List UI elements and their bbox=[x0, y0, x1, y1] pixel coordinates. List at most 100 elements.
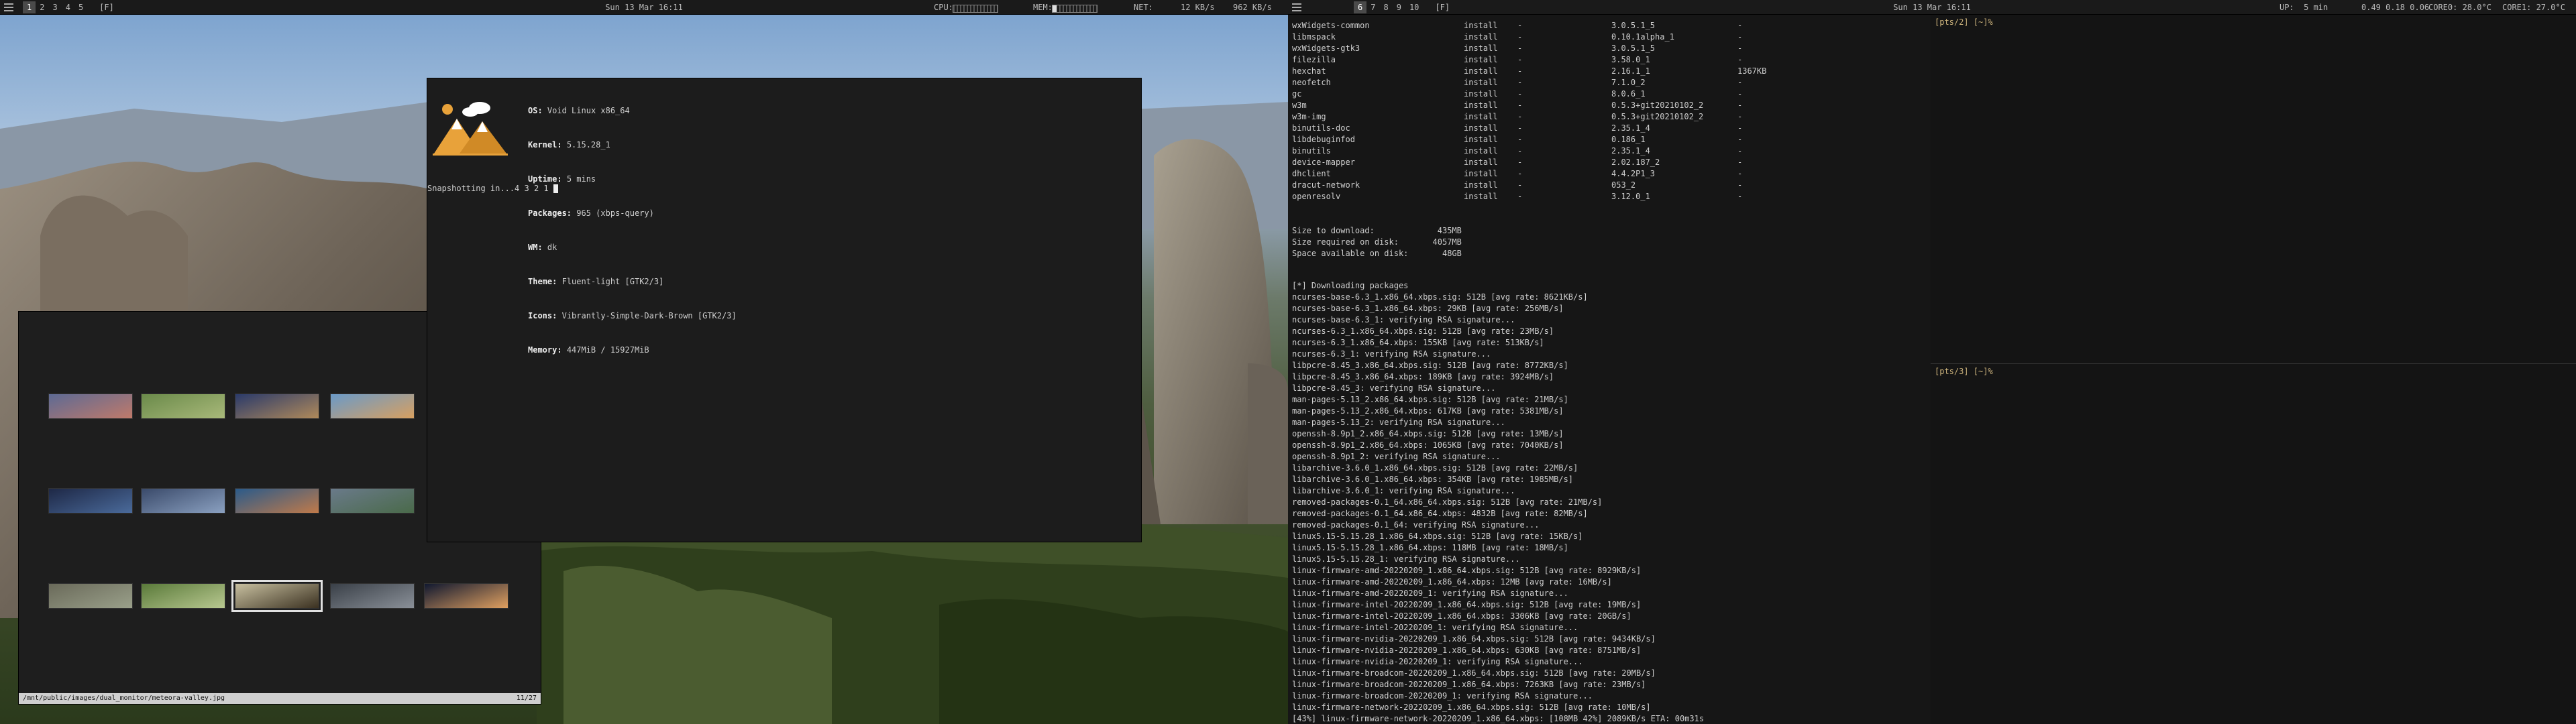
workspace-1[interactable]: 1 bbox=[23, 1, 36, 13]
icons-label: Icons: bbox=[528, 311, 557, 320]
thumbnail[interactable] bbox=[424, 583, 508, 609]
workspace-4[interactable]: 4 bbox=[62, 1, 74, 13]
core1-temp: CORE1: 27.0°C bbox=[2502, 2, 2565, 12]
workspace-2[interactable]: 2 bbox=[36, 1, 48, 13]
workspace-6[interactable]: 6 bbox=[1354, 1, 1367, 13]
log-line: libarchive-3.6.0_1.x86_64.xbps: 354KB [a… bbox=[1292, 475, 1574, 484]
thumbnail[interactable] bbox=[141, 488, 225, 514]
log-line: ncurses-6.3_1.x86_64.xbps.sig: 512B [avg… bbox=[1292, 326, 1554, 336]
thumbnail[interactable] bbox=[231, 580, 323, 612]
table-cell: - bbox=[1517, 192, 1523, 201]
mem-meter bbox=[1048, 3, 1097, 13]
workspace-10[interactable]: 10 bbox=[1405, 1, 1423, 13]
thumbnail[interactable] bbox=[330, 583, 415, 609]
thumbnail[interactable] bbox=[48, 583, 133, 609]
table-cell: - bbox=[1737, 192, 1743, 201]
table-cell: 0.10.1alpha_1 bbox=[1611, 32, 1674, 42]
table-cell: install bbox=[1464, 180, 1498, 190]
workspace-3[interactable]: 3 bbox=[48, 1, 61, 13]
table-cell: wxWidgets-gtk3 bbox=[1292, 44, 1360, 53]
table-cell: - bbox=[1737, 169, 1743, 178]
thumbnail[interactable] bbox=[141, 583, 225, 609]
table-cell: device-mapper bbox=[1292, 158, 1355, 167]
log-line: removed-packages-0.1_64: verifying RSA s… bbox=[1292, 520, 1540, 530]
table-cell: - bbox=[1517, 89, 1523, 99]
table-cell: 053_2 bbox=[1611, 180, 1636, 190]
table-cell: 2.35.1_4 bbox=[1611, 123, 1650, 133]
log-line: man-pages-5.13_2.x86_64.xbps: 617KB [avg… bbox=[1292, 406, 1564, 416]
table-cell: install bbox=[1464, 55, 1498, 64]
table-cell: 2.35.1_4 bbox=[1611, 146, 1650, 156]
layout-indicator[interactable]: [F] bbox=[99, 3, 114, 12]
thumbnail[interactable] bbox=[141, 394, 225, 419]
net-label: NET: bbox=[1134, 2, 1153, 12]
table-cell: install bbox=[1464, 192, 1498, 201]
log-line: linux-firmware-network-20220209_1.x86_64… bbox=[1292, 703, 1651, 712]
log-line: ncurses-base-6.3_1.x86_64.xbps.sig: 512B… bbox=[1292, 292, 1588, 302]
shell-prompt: [pts/3] [~]% bbox=[1935, 367, 1993, 376]
left-status-bar: 12345 [F] Sun 13 Mar 16:11 CPU: MEM: NET… bbox=[0, 0, 1288, 15]
log-line: linux-firmware-nvidia-20220209_1.x86_64.… bbox=[1292, 646, 1642, 655]
log-line: linux-firmware-broadcom-20220209_1: veri… bbox=[1292, 691, 1593, 701]
thumbnail[interactable] bbox=[235, 488, 319, 514]
table-cell: - bbox=[1737, 123, 1743, 133]
xbps-install-terminal[interactable]: wxWidgets-common install - 3.0.5.1_5 - libmsp… bbox=[1288, 15, 1931, 724]
table-cell: - bbox=[1517, 32, 1523, 42]
table-cell: - bbox=[1517, 44, 1523, 53]
workspace-7[interactable]: 7 bbox=[1366, 1, 1379, 13]
workspace-5[interactable]: 5 bbox=[74, 1, 87, 13]
log-line: linux-firmware-intel-20220209_1.x86_64.x… bbox=[1292, 611, 1631, 621]
table-cell: 7.1.0_2 bbox=[1611, 78, 1646, 87]
thumbnail[interactable] bbox=[48, 488, 133, 514]
workspace-8[interactable]: 8 bbox=[1379, 1, 1392, 13]
table-cell: hexchat bbox=[1292, 66, 1326, 76]
image-counter: 11/27 bbox=[516, 695, 537, 702]
table-cell: - bbox=[1737, 158, 1743, 167]
table-cell: - bbox=[1737, 55, 1743, 64]
table-cell: 1367KB bbox=[1737, 66, 1767, 76]
table-cell: - bbox=[1737, 32, 1743, 42]
log-line: removed-packages-0.1_64.x86_64.xbps.sig:… bbox=[1292, 497, 1603, 507]
log-line: libpcre-8.45_3: verifying RSA signature.… bbox=[1292, 383, 1496, 393]
table-cell: - bbox=[1517, 146, 1523, 156]
table-cell: - bbox=[1737, 89, 1743, 99]
table-cell: 0.5.3+git20210102_2 bbox=[1611, 101, 1704, 110]
log-line: libarchive-3.6.0_1.x86_64.xbps.sig: 512B… bbox=[1292, 463, 1578, 473]
fetch-terminal-window[interactable]: OS: Void Linux x86_64 Kernel: 5.15.28_1 … bbox=[427, 78, 1142, 542]
log-line: linux-firmware-broadcom-20220209_1.x86_6… bbox=[1292, 668, 1656, 678]
summary-line: Size required on disk: 4057MB bbox=[1292, 237, 1462, 247]
table-cell: install bbox=[1464, 32, 1498, 42]
shell-pane-bottom[interactable]: [pts/3] [~]% bbox=[1931, 364, 2576, 724]
thumbnail[interactable] bbox=[48, 394, 133, 419]
table-cell: install bbox=[1464, 101, 1498, 110]
net-up: 12 KB/s bbox=[1181, 2, 1215, 12]
memory-value: 447MiB / 15927MiB bbox=[566, 345, 649, 355]
table-cell: install bbox=[1464, 78, 1498, 87]
shell-pane-top[interactable]: [pts/2] [~]% bbox=[1931, 15, 2576, 364]
shell-prompt: [pts/2] [~]% bbox=[1935, 17, 1993, 27]
wm-value: dk bbox=[547, 243, 557, 252]
layout-indicator[interactable]: [F] bbox=[1435, 3, 1450, 12]
table-cell: binutils-doc bbox=[1292, 123, 1350, 133]
log-line: linux5.15-5.15.28_1.x86_64.xbps.sig: 512… bbox=[1292, 532, 1583, 541]
log-line: [*] Downloading packages bbox=[1292, 281, 1409, 290]
kernel-value: 5.15.28_1 bbox=[566, 140, 610, 149]
table-cell: - bbox=[1737, 78, 1743, 87]
packages-value: 965 (xbps-query) bbox=[576, 208, 654, 218]
kernel-label: Kernel: bbox=[528, 140, 562, 149]
thumbnail[interactable] bbox=[330, 488, 415, 514]
menu-icon[interactable] bbox=[4, 3, 13, 11]
uptime-label: Uptime: bbox=[528, 174, 562, 184]
log-line: openssh-8.9p1_2.x86_64.xbps.sig: 512B [a… bbox=[1292, 429, 1564, 438]
menu-icon[interactable] bbox=[1292, 3, 1301, 11]
thumbnail[interactable] bbox=[235, 394, 319, 419]
core0-temp: CORE0: 28.0°C bbox=[2428, 2, 2491, 12]
table-cell: install bbox=[1464, 123, 1498, 133]
table-cell: install bbox=[1464, 21, 1498, 30]
image-path: /mnt/public/images/dual_monitor/meteora-… bbox=[23, 695, 225, 702]
workspace-9[interactable]: 9 bbox=[1393, 1, 1405, 13]
log-line: man-pages-5.13_2: verifying RSA signatur… bbox=[1292, 418, 1505, 427]
thumbnail[interactable] bbox=[330, 394, 415, 419]
table-cell: - bbox=[1737, 135, 1743, 144]
memory-label: Memory: bbox=[528, 345, 562, 355]
